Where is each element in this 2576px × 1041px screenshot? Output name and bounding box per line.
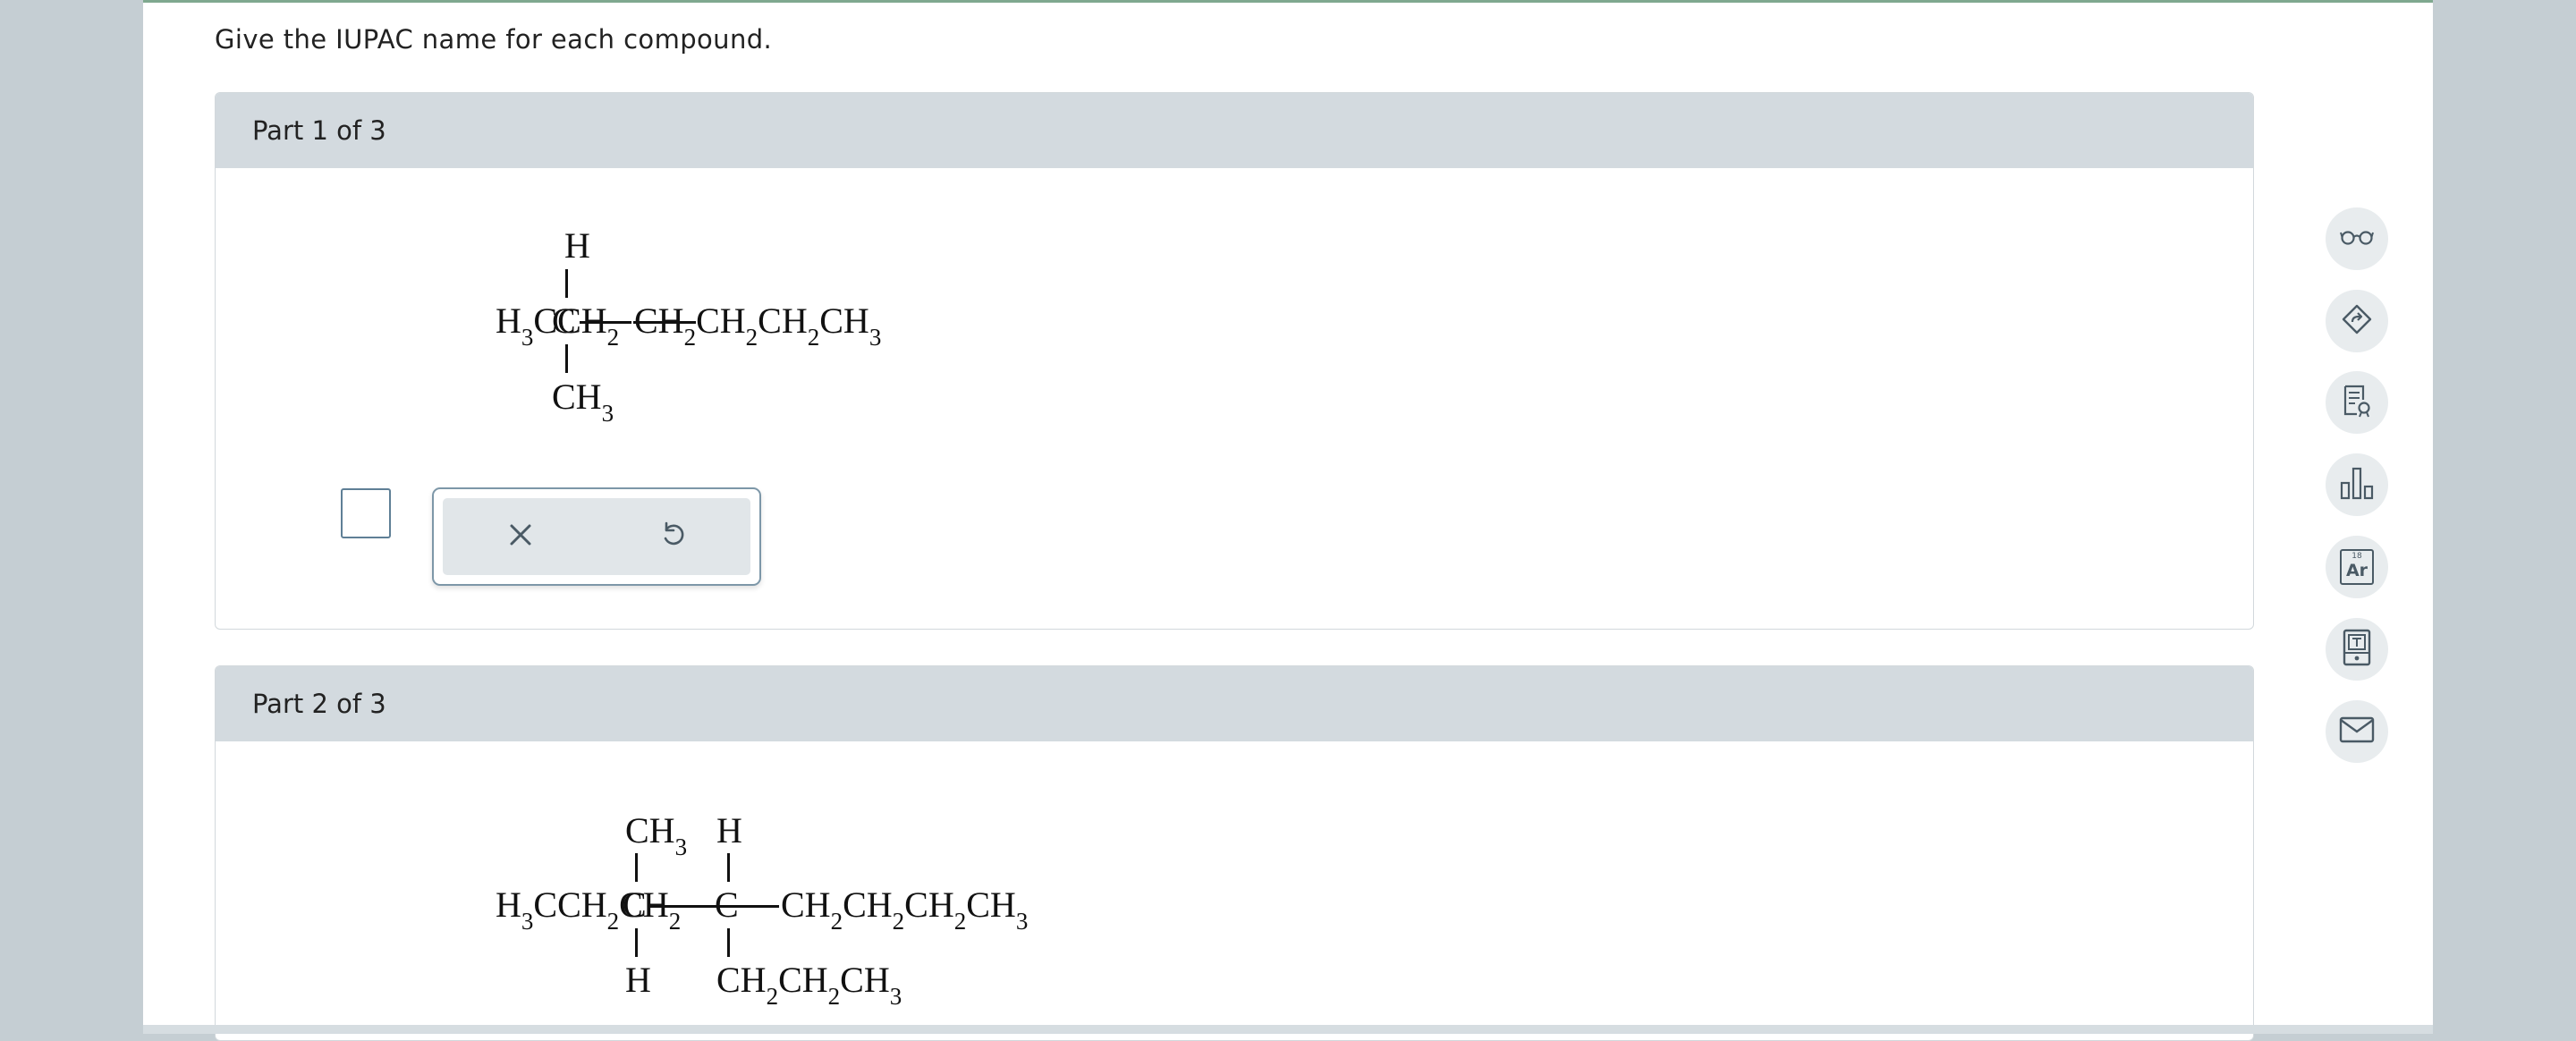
calculator-button[interactable] — [2326, 618, 2388, 681]
undo-button[interactable] — [650, 514, 695, 559]
undo-icon — [658, 520, 687, 553]
molecule-1-top-h: H — [564, 228, 590, 264]
part-1-title: Part 1 of 3 — [252, 115, 386, 146]
bar-chart-icon — [2339, 465, 2375, 504]
part-1-panel: Part 1 of 3 H H3CCH2 C CH2CH2CH2CH3 CH3 — [215, 92, 2254, 630]
bond-2-middle — [649, 905, 714, 908]
p1-c: C — [552, 300, 576, 341]
molecule-2-atom1-top: CH3 — [625, 810, 688, 860]
close-icon — [508, 522, 533, 551]
bond-2-a1-top — [635, 853, 638, 882]
molecule-2-right-chain: CH2CH2CH2CH3 — [781, 884, 1029, 935]
bottom-strip — [143, 1025, 2433, 1034]
p2-a2-top: H — [716, 810, 742, 851]
bond-2-a2-bottom — [727, 928, 730, 957]
periodic-number: 18 — [2351, 552, 2362, 561]
periodic-symbol: Ar — [2345, 561, 2368, 580]
glasses-button[interactable] — [2326, 207, 2388, 270]
bond-2-a1-bottom — [635, 928, 638, 957]
bond-2-right — [743, 905, 779, 908]
answer-tool-panel — [432, 487, 761, 586]
answer-input-box[interactable] — [341, 488, 391, 538]
molecule-2-atom2: C — [715, 887, 739, 923]
bond-1-top — [565, 269, 568, 298]
molecule-1-right-chain: CH2CH2CH2CH3 — [634, 300, 882, 351]
mail-button[interactable] — [2326, 700, 2388, 763]
clear-button[interactable] — [498, 514, 543, 559]
part-2-header[interactable]: Part 2 of 3 — [216, 666, 2253, 741]
periodic-table-button[interactable]: 18 Ar — [2326, 536, 2388, 598]
bond-1-right — [580, 321, 631, 324]
molecule-2-atom1: C — [623, 887, 647, 923]
share-icon — [2341, 303, 2373, 339]
part-2-title: Part 2 of 3 — [252, 689, 386, 719]
tool-panel-inner — [443, 498, 750, 575]
p2-a1-bottom: H — [625, 960, 651, 1000]
notes-icon — [2342, 384, 2372, 421]
mail-icon — [2339, 716, 2375, 747]
p2-a1: C — [623, 884, 647, 925]
glasses-icon — [2340, 228, 2374, 250]
main-page: Give the IUPAC name for each compound. P… — [143, 0, 2433, 1041]
calculator-icon — [2342, 629, 2372, 670]
molecule-2-atom1-bottom: H — [625, 962, 651, 998]
share-button[interactable] — [2326, 290, 2388, 352]
p2-a2: C — [715, 884, 739, 925]
molecule-2-atom2-bottom: CH2CH2CH3 — [716, 960, 902, 1010]
bar-chart-button[interactable] — [2326, 453, 2388, 516]
part-1-header[interactable]: Part 1 of 3 — [216, 93, 2253, 168]
molecule-2-atom2-top: H — [716, 813, 742, 849]
question-prompt: Give the IUPAC name for each compound. — [215, 24, 773, 55]
p1-top: H — [564, 225, 590, 266]
molecule-1-center-c: C — [552, 303, 576, 339]
molecule-1-bottom-ch3: CH3 — [552, 377, 614, 427]
bond-2-a2-top — [727, 853, 730, 882]
periodic-table-icon: 18 Ar — [2340, 549, 2374, 585]
bond-1-bottom — [565, 344, 568, 373]
part-2-panel: Part 2 of 3 CH3 H H3CCH2CH2 C C CH2CH2CH… — [215, 665, 2254, 1041]
notes-button[interactable] — [2326, 371, 2388, 434]
